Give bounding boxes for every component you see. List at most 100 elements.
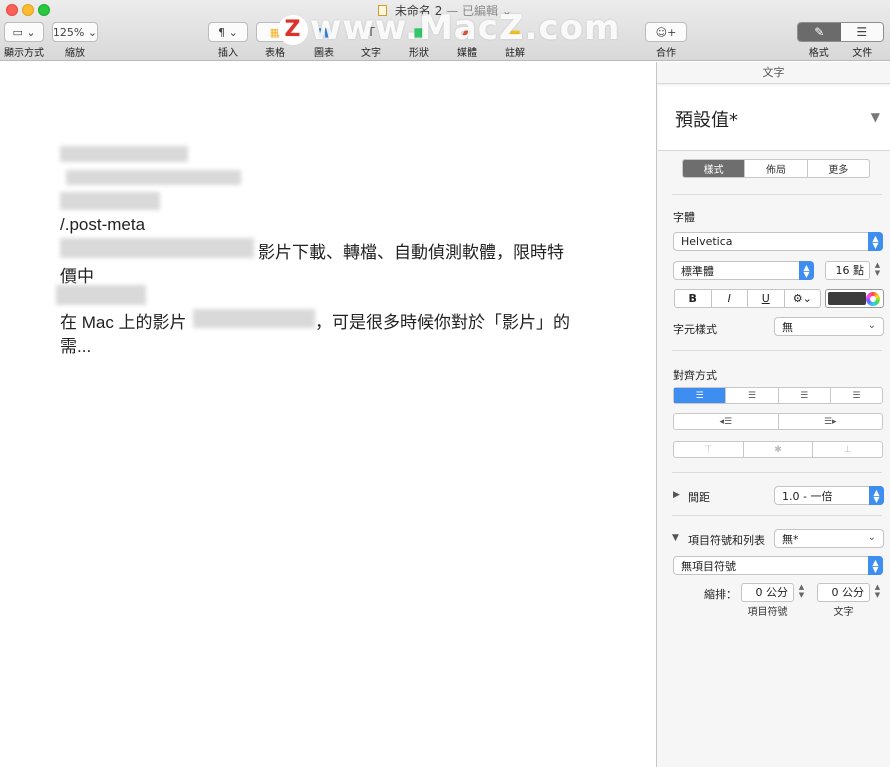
chevron-down-icon: ⌄ xyxy=(867,320,876,331)
gear-icon: ⚙︎ xyxy=(792,292,803,305)
indent-buttons: ◂☰ ☰▸ xyxy=(673,413,883,430)
insert-tool[interactable]: ¶ ⌄ 插入 xyxy=(208,22,248,59)
italic-button[interactable]: I xyxy=(710,290,748,307)
blurred-text xyxy=(60,192,160,210)
pages-window: 未命名 2 — 已編輯 ⌄ ▭ ⌄ 顯示方式 125% ⌄ 縮放 ¶ ⌄ 插入 xyxy=(0,0,890,767)
updown-arrows-icon: ▲ ▼ xyxy=(869,486,884,505)
watermark-text: www.MacZ.com xyxy=(310,8,621,48)
divider xyxy=(672,350,882,351)
align-center-icon: ☰ xyxy=(747,390,756,401)
text-format-buttons: B I U ⚙︎ ⌄ xyxy=(674,289,821,308)
divider xyxy=(672,194,882,195)
text-indent-field[interactable]: 0 公分 xyxy=(817,583,870,602)
document-canvas[interactable]: /.post-meta 影片下載、轉檔、自動偵測軟體，限時特 價中 在 Mac … xyxy=(0,62,656,767)
divider xyxy=(672,515,882,516)
text-indent-caption: 文字 xyxy=(833,607,854,618)
font-style-popup[interactable]: 標準體 ▲ ▼ xyxy=(673,261,814,280)
alignment-buttons: ☰ ☰ ☰ ☰ xyxy=(673,387,883,404)
spacing-label[interactable]: 間距 xyxy=(688,489,710,505)
increase-indent-button[interactable]: ☰▸ xyxy=(777,414,883,429)
triangle-down-icon[interactable]: ▼ xyxy=(871,110,880,124)
paragraph-style-selector[interactable]: 預設值* ▼ xyxy=(658,86,890,151)
font-style-value: 標準體 xyxy=(681,264,714,278)
paintbrush-icon: ✎ xyxy=(814,25,825,39)
decrease-indent-button[interactable]: ◂☰ xyxy=(674,414,778,429)
align-middle-button[interactable]: ✱ xyxy=(742,442,813,457)
alignment-label: 對齊方式 xyxy=(673,369,717,382)
disclosure-down-icon[interactable]: ▼ xyxy=(672,533,679,543)
char-style-value: 無 xyxy=(782,320,793,334)
zoom-popup[interactable]: 125% ⌄ xyxy=(52,22,98,42)
bullet-type-value: 無項目符號 xyxy=(681,559,736,573)
text-indent-stepper[interactable]: ▲ ▼ xyxy=(873,583,882,602)
bullet-indent-field[interactable]: 0 公分 xyxy=(741,583,794,602)
char-style-label: 字元樣式 xyxy=(673,323,717,336)
tab-style[interactable]: 樣式 xyxy=(683,160,745,177)
text-options-button[interactable]: ⚙︎ ⌄ xyxy=(783,290,821,307)
updown-arrows-icon: ▲ ▼ xyxy=(868,232,883,251)
paragraph-line-3a[interactable]: 在 Mac 上的影片 xyxy=(60,308,187,333)
spacing-popup[interactable]: 1.0 - 一倍 ▲ ▼ xyxy=(774,486,884,505)
color-swatch[interactable] xyxy=(828,292,866,305)
paragraph-line-2[interactable]: 價中 xyxy=(60,262,94,287)
view-label: 顯示方式 xyxy=(4,48,44,59)
align-right-button[interactable]: ☰ xyxy=(777,388,830,403)
toolbar: 未命名 2 — 已編輯 ⌄ ▭ ⌄ 顯示方式 125% ⌄ 縮放 ¶ ⌄ 插入 xyxy=(0,0,890,61)
text-tabs: 樣式 佈局 更多 xyxy=(682,159,870,178)
bullets-label[interactable]: 項目符號和列表 xyxy=(688,532,765,548)
font-size-field[interactable]: 16 點 xyxy=(825,261,870,280)
view-button[interactable]: ▭ ⌄ xyxy=(4,22,44,42)
format-label: 格式 xyxy=(808,48,829,59)
font-size-stepper[interactable]: ▲ ▼ xyxy=(873,261,882,280)
align-left-icon: ☰ xyxy=(695,390,704,401)
tab-more[interactable]: 更多 xyxy=(806,160,869,177)
inspector-header: 文字 xyxy=(657,62,890,84)
bullet-indent-stepper[interactable]: ▲ ▼ xyxy=(797,583,806,602)
collaborate-button[interactable]: ☺+ xyxy=(645,22,687,42)
blurred-text xyxy=(193,309,315,328)
insert-button[interactable]: ¶ ⌄ xyxy=(208,22,248,42)
insert-label: 插入 xyxy=(218,48,238,59)
outdent-icon: ◂☰ xyxy=(719,416,733,427)
tab-layout[interactable]: 佈局 xyxy=(744,160,806,177)
justify-icon: ☰ xyxy=(852,390,861,401)
font-family-popup[interactable]: Helvetica ▲ ▼ xyxy=(673,232,883,251)
post-meta-line[interactable]: /.post-meta xyxy=(60,215,145,235)
bold-button[interactable]: B xyxy=(675,290,711,307)
zoom-tool[interactable]: 125% ⌄ 縮放 xyxy=(52,22,98,59)
text-color-well[interactable] xyxy=(825,289,884,308)
format-inspector-button[interactable]: ✎ xyxy=(798,23,841,41)
color-wheel-icon[interactable] xyxy=(866,292,880,306)
chevron-down-icon: ⌄ xyxy=(867,532,876,543)
align-center-button[interactable]: ☰ xyxy=(725,388,777,403)
collaborate-tool[interactable]: ☺+ 合作 xyxy=(645,22,687,59)
spacing-value: 1.0 - 一倍 xyxy=(782,489,833,503)
align-top-button[interactable]: ⊤ xyxy=(674,442,743,457)
divider xyxy=(672,472,882,473)
watermark: Zwww.MacZ.com xyxy=(278,8,620,48)
view-tool[interactable]: ▭ ⌄ 顯示方式 xyxy=(4,22,44,59)
paragraph-line-4[interactable]: 需... xyxy=(60,332,91,357)
align-bottom-button[interactable]: ⊥ xyxy=(812,442,882,457)
align-bottom-icon: ⊥ xyxy=(843,444,852,455)
paragraph-line-3b[interactable]: ，可是很多時候你對於「影片」的 xyxy=(315,308,570,333)
align-left-button[interactable]: ☰ xyxy=(674,388,726,403)
char-style-popup[interactable]: 無 ⌄ xyxy=(774,317,884,336)
underline-button[interactable]: U xyxy=(747,290,784,307)
justify-button[interactable]: ☰ xyxy=(829,388,882,403)
document-inspector-button[interactable]: ☰ xyxy=(840,23,883,41)
blurred-text xyxy=(66,170,241,185)
pilcrow-icon: ¶ ⌄ xyxy=(218,25,238,39)
align-right-icon: ☰ xyxy=(800,390,809,401)
zoom-value: 125% xyxy=(52,25,85,39)
blurred-text xyxy=(56,285,146,305)
bullets-popup[interactable]: 無* ⌄ xyxy=(774,529,884,548)
collaborate-label: 合作 xyxy=(656,48,676,59)
document-label: 文件 xyxy=(852,48,873,59)
align-middle-icon: ✱ xyxy=(774,444,782,455)
zoom-label: 縮放 xyxy=(65,48,85,59)
disclosure-right-icon[interactable]: ▶ xyxy=(673,490,680,500)
inspector-toggle-labels: 格式 文件 xyxy=(797,44,884,59)
bullet-type-popup[interactable]: 無項目符號 ▲ ▼ xyxy=(673,556,883,575)
paragraph-line-1[interactable]: 影片下載、轉檔、自動偵測軟體，限時特 xyxy=(258,238,564,263)
